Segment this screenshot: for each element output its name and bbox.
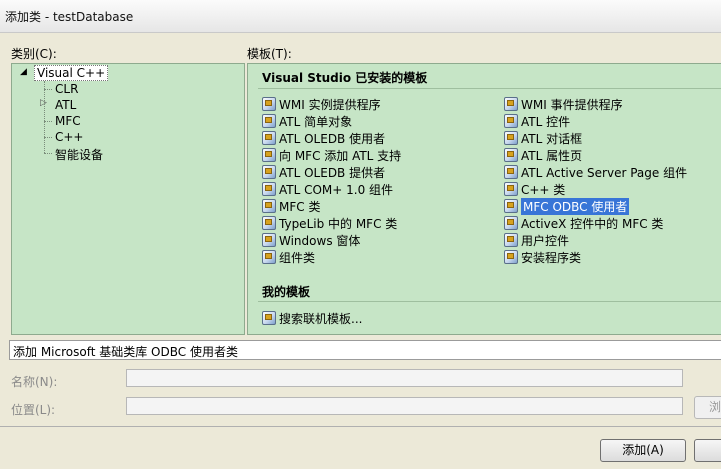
name-field[interactable] xyxy=(126,369,683,387)
my-templates-header: 我的模板 xyxy=(262,285,311,299)
template-item-label: TypeLib 中的 MFC 类 xyxy=(279,216,398,231)
tree-item-clr[interactable]: CLR xyxy=(55,82,78,96)
activex-icon xyxy=(504,216,518,230)
atl-dialog-icon xyxy=(504,131,518,145)
template-item-label: ATL 对话框 xyxy=(521,131,583,146)
template-item-label: ActiveX 控件中的 MFC 类 xyxy=(521,216,664,231)
tree-connector xyxy=(44,153,52,154)
wmi-icon xyxy=(262,97,276,111)
cancel-button[interactable] xyxy=(694,439,721,462)
tree-connector xyxy=(44,121,52,122)
mfc-atl-icon xyxy=(262,148,276,162)
atl-object-icon xyxy=(262,114,276,128)
template-item-label: WMI 事件提供程序 xyxy=(521,97,623,112)
template-item-label: ATL OLEDB 使用者 xyxy=(279,131,386,146)
add-button[interactable]: 添加(A) xyxy=(600,439,686,462)
template-item-label: 安装程序类 xyxy=(521,250,582,265)
typelib-icon xyxy=(262,216,276,230)
category-tree[interactable]: ◢ Visual C++ CLR ▷ ATL MFC C++ 智能设备 xyxy=(11,63,245,335)
template-description: 添加 Microsoft 基础类库 ODBC 使用者类 xyxy=(13,345,238,359)
template-item[interactable]: ATL COM+ 1.0 组件 xyxy=(262,181,393,197)
group-divider xyxy=(258,88,721,89)
location-label: 位置(L): xyxy=(11,403,56,417)
tree-connector xyxy=(44,81,45,153)
tree-item-cpp[interactable]: C++ xyxy=(55,130,84,144)
template-item[interactable]: ATL Active Server Page 组件 xyxy=(504,164,687,180)
template-item-label: MFC 类 xyxy=(279,199,321,214)
location-field[interactable] xyxy=(126,397,683,415)
template-item[interactable]: ATL 属性页 xyxy=(504,147,582,163)
browse-button[interactable]: 浏 xyxy=(694,396,721,419)
template-item[interactable]: ActiveX 控件中的 MFC 类 xyxy=(504,215,663,231)
windows-form-icon xyxy=(262,233,276,247)
atl-property-page-icon xyxy=(504,148,518,162)
template-list[interactable]: Visual Studio 已安装的模板 WMI 实例提供程序 ATL 简单对象 A… xyxy=(247,63,721,335)
asp-component-icon xyxy=(504,165,518,179)
search-online-icon xyxy=(262,311,276,325)
wmi-event-icon xyxy=(504,97,518,111)
user-control-icon xyxy=(504,233,518,247)
category-label: 类别(C): xyxy=(11,47,57,61)
template-item[interactable]: Windows 窗体 xyxy=(262,232,360,248)
window-title: 添加类 - testDatabase xyxy=(5,10,134,24)
template-item-label: ATL 简单对象 xyxy=(279,114,353,129)
search-online-templates[interactable]: 搜索联机模板... xyxy=(262,310,362,326)
cpp-class-icon xyxy=(504,182,518,196)
template-item-label: ATL 属性页 xyxy=(521,148,583,163)
oledb-provider-icon xyxy=(262,165,276,179)
template-item-label: ATL Active Server Page 组件 xyxy=(521,165,688,180)
template-item[interactable]: MFC ODBC 使用者 xyxy=(504,197,630,215)
template-item-label: 用户控件 xyxy=(521,233,570,248)
template-item[interactable]: MFC 类 xyxy=(262,198,320,214)
template-item-label: 向 MFC 添加 ATL 支持 xyxy=(279,148,402,163)
expand-triangle-icon[interactable]: ◢ xyxy=(20,67,27,77)
tree-item-visual-cpp[interactable]: Visual C++ xyxy=(34,65,109,81)
mfc-class-icon xyxy=(262,199,276,213)
template-item-label: ATL 控件 xyxy=(521,114,571,129)
template-item[interactable]: WMI 事件提供程序 xyxy=(504,96,623,112)
footer-separator xyxy=(0,426,721,427)
template-item-label: ATL COM+ 1.0 组件 xyxy=(279,182,394,197)
template-item[interactable]: ATL 对话框 xyxy=(504,130,582,146)
template-item[interactable]: 安装程序类 xyxy=(504,249,581,265)
template-item[interactable]: 向 MFC 添加 ATL 支持 xyxy=(262,147,401,163)
description-bar: 添加 Microsoft 基础类库 ODBC 使用者类 xyxy=(9,340,721,360)
tree-connector xyxy=(44,137,52,138)
template-label: 模板(T): xyxy=(247,47,292,61)
template-item[interactable]: ATL OLEDB 提供者 xyxy=(262,164,385,180)
atl-control-icon xyxy=(504,114,518,128)
template-item-label: ATL OLEDB 提供者 xyxy=(279,165,386,180)
template-item-label: 组件类 xyxy=(279,250,316,265)
mfc-odbc-icon xyxy=(504,199,518,213)
template-item[interactable]: ATL 简单对象 xyxy=(262,113,352,129)
template-item[interactable]: WMI 实例提供程序 xyxy=(262,96,381,112)
template-item-label: WMI 实例提供程序 xyxy=(279,97,381,112)
tree-item-smart-device[interactable]: 智能设备 xyxy=(55,146,103,163)
oledb-consumer-icon xyxy=(262,131,276,145)
name-label: 名称(N): xyxy=(11,375,58,389)
template-item[interactable]: 用户控件 xyxy=(504,232,569,248)
template-item[interactable]: ATL OLEDB 使用者 xyxy=(262,130,385,146)
collapse-triangle-icon[interactable]: ▷ xyxy=(40,98,47,108)
template-item[interactable]: ATL 控件 xyxy=(504,113,570,129)
component-class-icon xyxy=(262,250,276,264)
group-divider xyxy=(258,301,721,302)
template-item[interactable]: C++ 类 xyxy=(504,181,565,197)
installed-templates-header: Visual Studio 已安装的模板 xyxy=(262,71,428,85)
com-component-icon xyxy=(262,182,276,196)
title-bar: 添加类 - testDatabase xyxy=(0,0,721,33)
template-item-label: C++ 类 xyxy=(521,182,566,197)
template-item[interactable]: TypeLib 中的 MFC 类 xyxy=(262,215,397,231)
tree-item-mfc[interactable]: MFC xyxy=(55,114,81,128)
installer-class-icon xyxy=(504,250,518,264)
tree-item-atl[interactable]: ATL xyxy=(55,98,76,112)
template-item-label: MFC ODBC 使用者 xyxy=(521,197,630,215)
tree-connector xyxy=(44,89,52,90)
template-item[interactable]: 组件类 xyxy=(262,249,315,265)
template-item-label: Windows 窗体 xyxy=(279,233,361,248)
